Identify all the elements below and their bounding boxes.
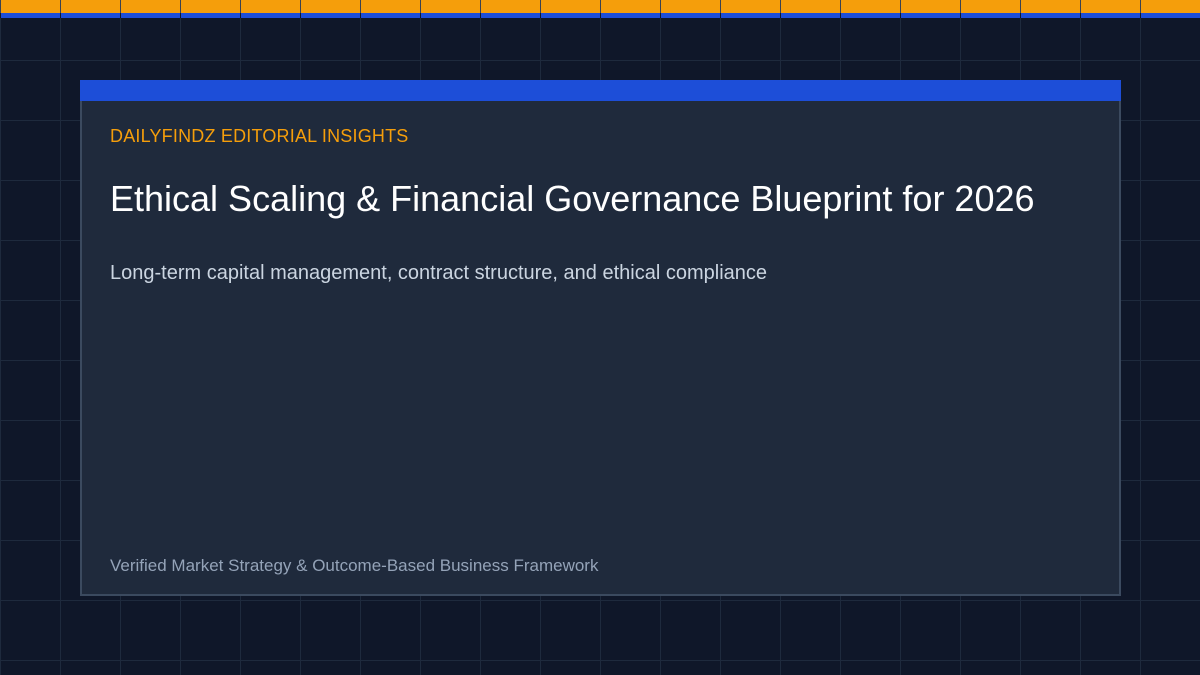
top-accent-stripe-orange	[0, 0, 1200, 13]
page-title: Ethical Scaling & Financial Governance B…	[110, 178, 1035, 219]
editorial-eyebrow: DAILYFINDZ EDITORIAL INSIGHTS	[110, 126, 409, 146]
page-subtitle: Long-term capital management, contract s…	[110, 262, 768, 284]
card-footer-text: Verified Market Strategy & Outcome-Based…	[110, 556, 599, 575]
card-header-bar	[80, 80, 1121, 101]
content-card: DAILYFINDZ EDITORIAL INSIGHTS Ethical Sc…	[80, 80, 1121, 596]
top-accent-stripe-blue	[0, 13, 1200, 18]
